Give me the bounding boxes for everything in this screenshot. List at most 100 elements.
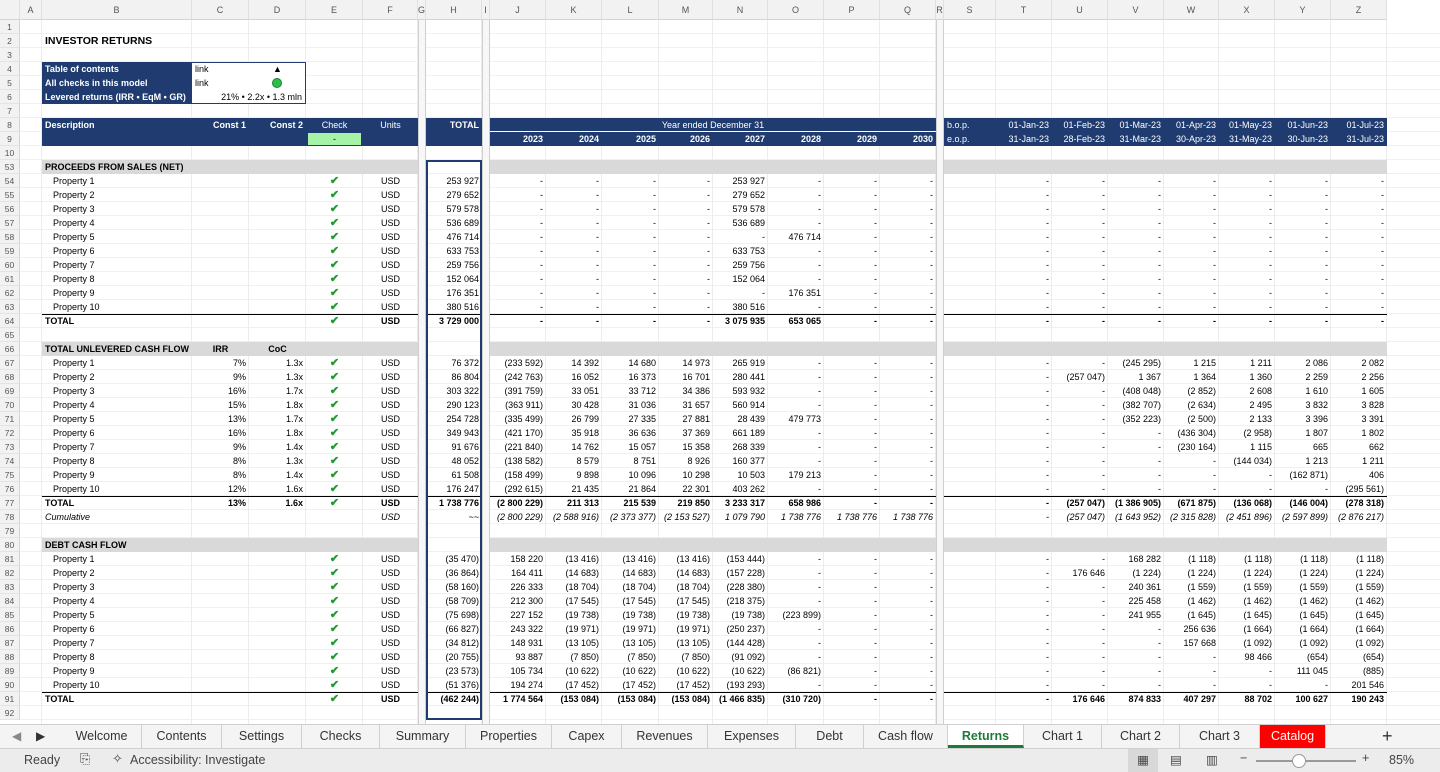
month-value[interactable]: -	[1275, 286, 1331, 300]
coc-value[interactable]: 1.7x	[249, 412, 306, 426]
units-value[interactable]: USD	[363, 692, 418, 706]
year-value[interactable]: -	[824, 202, 880, 216]
month-value[interactable]: -	[996, 384, 1052, 398]
units-value[interactable]: USD	[363, 552, 418, 566]
units-value[interactable]: USD	[363, 244, 418, 258]
units-value[interactable]: USD	[363, 272, 418, 286]
month-value[interactable]: -	[1275, 678, 1331, 692]
row-label[interactable]: TOTAL	[42, 496, 192, 510]
column-header[interactable]: E	[306, 0, 363, 20]
year-value[interactable]: -	[880, 230, 936, 244]
year-value[interactable]: -	[546, 188, 602, 202]
column-header[interactable]: P	[824, 0, 880, 20]
month-value[interactable]: 1 115	[1219, 440, 1275, 454]
year-value[interactable]: 653 065	[768, 314, 824, 328]
year-value[interactable]: -	[659, 258, 713, 272]
year-value[interactable]: -	[659, 244, 713, 258]
units-value[interactable]: USD	[363, 496, 418, 510]
year-value[interactable]: (391 759)	[490, 384, 546, 398]
year-value[interactable]: -	[824, 300, 880, 314]
header-units[interactable]: Units	[363, 118, 418, 132]
month-value[interactable]: 3 391	[1331, 412, 1387, 426]
month-value[interactable]: -	[1164, 678, 1219, 692]
month-value[interactable]: -	[1052, 650, 1108, 664]
month-value[interactable]: -	[996, 566, 1052, 580]
toc-value[interactable]: link	[192, 76, 306, 90]
month-value[interactable]: (1 559)	[1219, 580, 1275, 594]
irr-value[interactable]: 8%	[192, 454, 249, 468]
header-month-start[interactable]: 01-Jan-23	[996, 118, 1052, 132]
select-all-corner[interactable]	[0, 0, 20, 20]
year-value[interactable]: -	[602, 202, 659, 216]
year-value[interactable]: (17 545)	[546, 594, 602, 608]
year-value[interactable]: (17 452)	[546, 678, 602, 692]
year-value[interactable]: 219 850	[659, 496, 713, 510]
column-header[interactable]: I	[482, 0, 490, 20]
year-value[interactable]: -	[880, 426, 936, 440]
month-value[interactable]: -	[996, 580, 1052, 594]
year-value[interactable]: -	[824, 314, 880, 328]
header-year[interactable]: 2023	[490, 132, 546, 146]
irr-value[interactable]	[192, 510, 249, 524]
year-value[interactable]: -	[768, 678, 824, 692]
month-value[interactable]: -	[1052, 188, 1108, 202]
month-value[interactable]: 2 133	[1219, 412, 1275, 426]
month-value[interactable]: -	[1164, 188, 1219, 202]
month-value[interactable]: -	[1052, 678, 1108, 692]
year-value[interactable]: -	[490, 188, 546, 202]
year-value[interactable]: 14 680	[602, 356, 659, 370]
column-header[interactable]: D	[249, 0, 306, 20]
year-value[interactable]: -	[824, 398, 880, 412]
year-value[interactable]: -	[602, 286, 659, 300]
year-value[interactable]: -	[768, 272, 824, 286]
row-label[interactable]: TOTAL	[42, 692, 192, 706]
page-title[interactable]: INVESTOR RETURNS	[42, 34, 192, 48]
month-value[interactable]: 225 458	[1108, 594, 1164, 608]
month-value[interactable]: -	[1275, 482, 1331, 496]
zoom-slider[interactable]	[1256, 760, 1356, 762]
sheet-tab[interactable]: Expenses	[708, 725, 796, 748]
month-value[interactable]: -	[1219, 188, 1275, 202]
year-value[interactable]: 211 313	[546, 496, 602, 510]
year-value[interactable]: 1 738 776	[824, 510, 880, 524]
year-value[interactable]: (153 444)	[713, 552, 768, 566]
year-value[interactable]: -	[768, 650, 824, 664]
total-value[interactable]: (58 160)	[426, 580, 482, 594]
year-value[interactable]: 212 300	[490, 594, 546, 608]
month-value[interactable]: -	[996, 510, 1052, 524]
column-header[interactable]: L	[602, 0, 659, 20]
year-value[interactable]: -	[546, 272, 602, 286]
month-value[interactable]: 2 259	[1275, 370, 1331, 384]
year-value[interactable]: 160 377	[713, 454, 768, 468]
year-value[interactable]: -	[824, 454, 880, 468]
year-value[interactable]: 37 369	[659, 426, 713, 440]
row-header[interactable]: 64	[0, 314, 20, 328]
year-value[interactable]: -	[880, 496, 936, 510]
row-label[interactable]: Property 7	[42, 636, 192, 650]
month-value[interactable]: (2 852)	[1164, 384, 1219, 398]
year-value[interactable]: 259 756	[713, 258, 768, 272]
row-label[interactable]: Property 3	[42, 384, 192, 398]
zoom-slider-handle[interactable]	[1292, 754, 1306, 768]
row-header[interactable]: 91	[0, 692, 20, 706]
total-value[interactable]: (20 755)	[426, 650, 482, 664]
coc-value[interactable]: 1.3x	[249, 356, 306, 370]
month-value[interactable]: 1 610	[1275, 384, 1331, 398]
month-value[interactable]: -	[996, 636, 1052, 650]
header-month-start[interactable]: 01-Feb-23	[1052, 118, 1108, 132]
row-label[interactable]: Property 8	[42, 272, 192, 286]
month-value[interactable]: (1 462)	[1219, 594, 1275, 608]
total-value[interactable]: (35 470)	[426, 552, 482, 566]
month-value[interactable]: (2 597 899)	[1275, 510, 1331, 524]
header-check[interactable]: Check	[306, 118, 363, 132]
month-value[interactable]: -	[1052, 300, 1108, 314]
month-value[interactable]: 1 211	[1331, 454, 1387, 468]
month-value[interactable]: (1 224)	[1275, 566, 1331, 580]
year-value[interactable]: 9 898	[546, 468, 602, 482]
row-label[interactable]: Property 6	[42, 244, 192, 258]
month-value[interactable]: -	[1052, 174, 1108, 188]
units-value[interactable]: USD	[363, 216, 418, 230]
row-header[interactable]: 68	[0, 370, 20, 384]
year-value[interactable]: -	[659, 188, 713, 202]
zoom-out-icon[interactable]: −	[1240, 751, 1247, 765]
